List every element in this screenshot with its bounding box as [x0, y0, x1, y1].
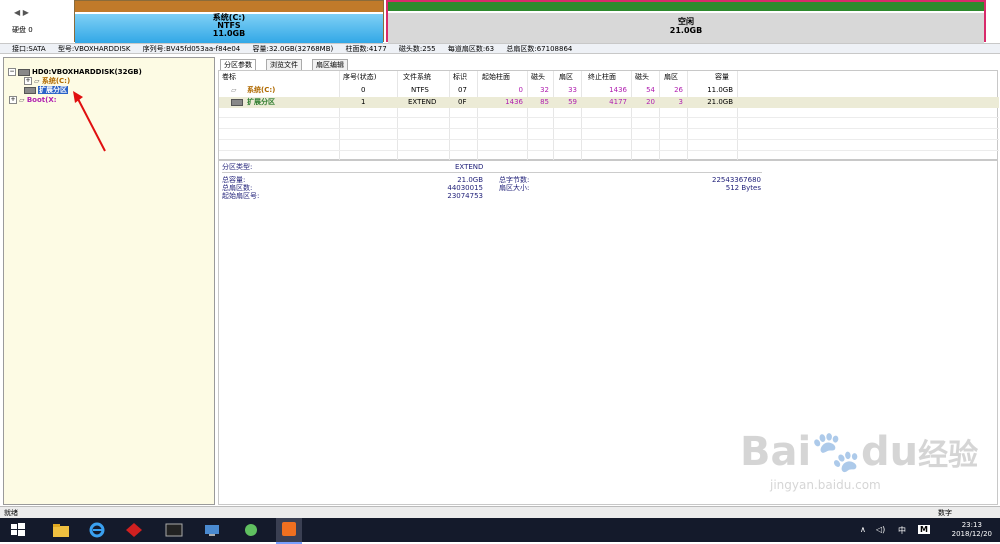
- tab-sector-edit[interactable]: 扇区编辑: [312, 59, 348, 70]
- internet-explorer-icon[interactable]: [88, 522, 106, 538]
- partition-icon: [24, 86, 36, 94]
- heads-text: 磁头数:255: [398, 45, 436, 53]
- disk-icon: [18, 68, 30, 76]
- total-sectors-value: 44030015: [447, 184, 483, 192]
- windows-start-icon[interactable]: [10, 522, 28, 538]
- red-arrow-annotation: [73, 91, 106, 152]
- col-header-end-head[interactable]: 磁头: [635, 73, 649, 82]
- disk-info-line: 接口:SATA 型号:VBOXHARDDISK 序列号:BV45fd053aa-…: [0, 43, 1000, 54]
- terminal-icon[interactable]: [165, 522, 183, 538]
- watermark-brand: Bai: [740, 429, 812, 475]
- paw-icon: 🐾: [811, 429, 862, 475]
- col-header-label[interactable]: 卷标: [222, 73, 236, 82]
- total-sectors-text: 总扇区数:67108864: [506, 45, 573, 53]
- serial-text: 序列号:BV45fd053aa-f84e04: [142, 45, 241, 53]
- app-tool-icon[interactable]: [242, 522, 260, 538]
- total-bytes-label: 总字节数:: [499, 176, 530, 184]
- col-header-id[interactable]: 标识: [453, 73, 467, 82]
- total-capacity-label: 总容量:: [222, 176, 246, 184]
- partition-c-size: 11.0GB: [212, 29, 246, 38]
- taskbar-clock[interactable]: 23:13 2018/12/20: [952, 521, 992, 539]
- col-header-fs[interactable]: 文件系统: [403, 73, 431, 82]
- clock-date: 2018/12/20: [951, 530, 992, 538]
- taskbar: ∧ ◁) 中 M 23:13 2018/12/20: [0, 518, 1000, 544]
- collapse-icon[interactable]: −: [8, 68, 16, 76]
- partition-c-block[interactable]: 系统(C:) NTFS 11.0GB: [74, 0, 384, 44]
- partition-icon: [231, 97, 245, 108]
- diskgenius-taskbar-icon[interactable]: [276, 518, 302, 544]
- free-space-block[interactable]: 空闲 21.0GB: [386, 0, 986, 44]
- disk-map-bar: ◀ ▶ 硬盘 0 系统(C:) NTFS 11.0GB 空闲 21.0GB: [0, 0, 1000, 44]
- col-header-start-sec[interactable]: 扇区: [559, 73, 573, 82]
- interface-text: 接口:SATA: [12, 45, 46, 53]
- disk-label: 硬盘 0: [12, 26, 33, 34]
- watermark-cn: 经验: [918, 438, 979, 473]
- tab-bar: 分区参数 浏览文件 扇区编辑: [218, 59, 998, 70]
- partition-icon: ▱: [231, 86, 237, 94]
- table-row[interactable]: 扩展分区 1 EXTEND 0F 1436 85 59 4177 20 3 21…: [219, 97, 999, 108]
- clock-time: 23:13: [961, 521, 982, 529]
- ime-indicator[interactable]: 中: [898, 525, 906, 536]
- free-space-size: 21.0GB: [669, 26, 703, 35]
- partition-icon: ▱: [34, 77, 40, 85]
- tab-browse-files[interactable]: 浏览文件: [266, 59, 302, 70]
- network-icon[interactable]: [203, 522, 221, 538]
- prev-disk-icon[interactable]: ◀: [14, 8, 20, 17]
- next-disk-icon[interactable]: ▶: [23, 8, 29, 17]
- col-header-seq[interactable]: 序号(状态): [343, 73, 376, 82]
- cylinders-text: 柱面数:4177: [345, 45, 387, 53]
- col-header-size[interactable]: 容量: [715, 73, 729, 82]
- start-sector-value: 23074753: [447, 192, 483, 200]
- disk-tree: − HD0:VBOXHARDDISK(32GB) + ▱ 系统(C:) 扩展分区 +…: [3, 57, 215, 505]
- tree-item-boot[interactable]: + ▱ Boot(X:: [9, 96, 57, 104]
- col-header-start-head[interactable]: 磁头: [531, 73, 545, 82]
- type-label: 分区类型:: [222, 163, 253, 171]
- partition-icon: ▱: [19, 96, 25, 104]
- free-space-name: 空闲: [678, 17, 694, 26]
- file-explorer-icon[interactable]: [52, 522, 70, 538]
- sector-size-value: 512 Bytes: [725, 184, 761, 192]
- table-row[interactable]: ▱ 系统(C:) 0 NTFS 07 0 32 33 1436 54 26 11…: [219, 85, 999, 96]
- tray-expand-icon[interactable]: ∧: [860, 525, 866, 534]
- total-sectors-label: 总扇区数:: [222, 184, 253, 192]
- expand-icon[interactable]: +: [24, 77, 32, 85]
- baidu-watermark: Bai🐾du经验 jingyan.baidu.com: [740, 430, 978, 492]
- total-bytes-value: 22543367680: [712, 176, 761, 184]
- tree-disk-node[interactable]: − HD0:VBOXHARDDISK(32GB): [8, 68, 142, 76]
- watermark-url: jingyan.baidu.com: [770, 478, 881, 492]
- type-value: EXTEND: [455, 163, 484, 171]
- sector-size-label: 扇区大小:: [499, 184, 530, 192]
- total-capacity-value: 21.0GB: [457, 176, 483, 184]
- tab-partition-params[interactable]: 分区参数: [220, 59, 256, 70]
- capacity-text: 容量:32.0GB(32768MB): [252, 45, 334, 53]
- model-text: 型号:VBOXHARDDISK: [57, 45, 131, 53]
- ime-mode-indicator[interactable]: M: [918, 525, 930, 534]
- col-header-end-sec[interactable]: 扇区: [664, 73, 678, 82]
- volume-icon[interactable]: ◁): [876, 525, 885, 534]
- tree-item-extended[interactable]: 扩展分区: [24, 86, 68, 94]
- tree-item-system-c[interactable]: + ▱ 系统(C:): [24, 77, 70, 85]
- partition-table: 卷标 序号(状态) 文件系统 标识 起始柱面 磁头 扇区 终止柱面 磁头 扇区 …: [218, 70, 999, 161]
- sectors-per-track-text: 每道扇区数:63: [447, 45, 495, 53]
- expand-icon[interactable]: +: [9, 96, 17, 104]
- disk-nav-arrows[interactable]: ◀ ▶: [14, 8, 29, 17]
- start-sector-label: 起始扇区号:: [222, 192, 260, 200]
- col-header-end-cyl[interactable]: 终止柱面: [588, 73, 616, 82]
- app-red-icon[interactable]: [125, 522, 143, 538]
- col-header-start-cyl[interactable]: 起始柱面: [482, 73, 510, 82]
- watermark-brand2: du: [861, 429, 919, 475]
